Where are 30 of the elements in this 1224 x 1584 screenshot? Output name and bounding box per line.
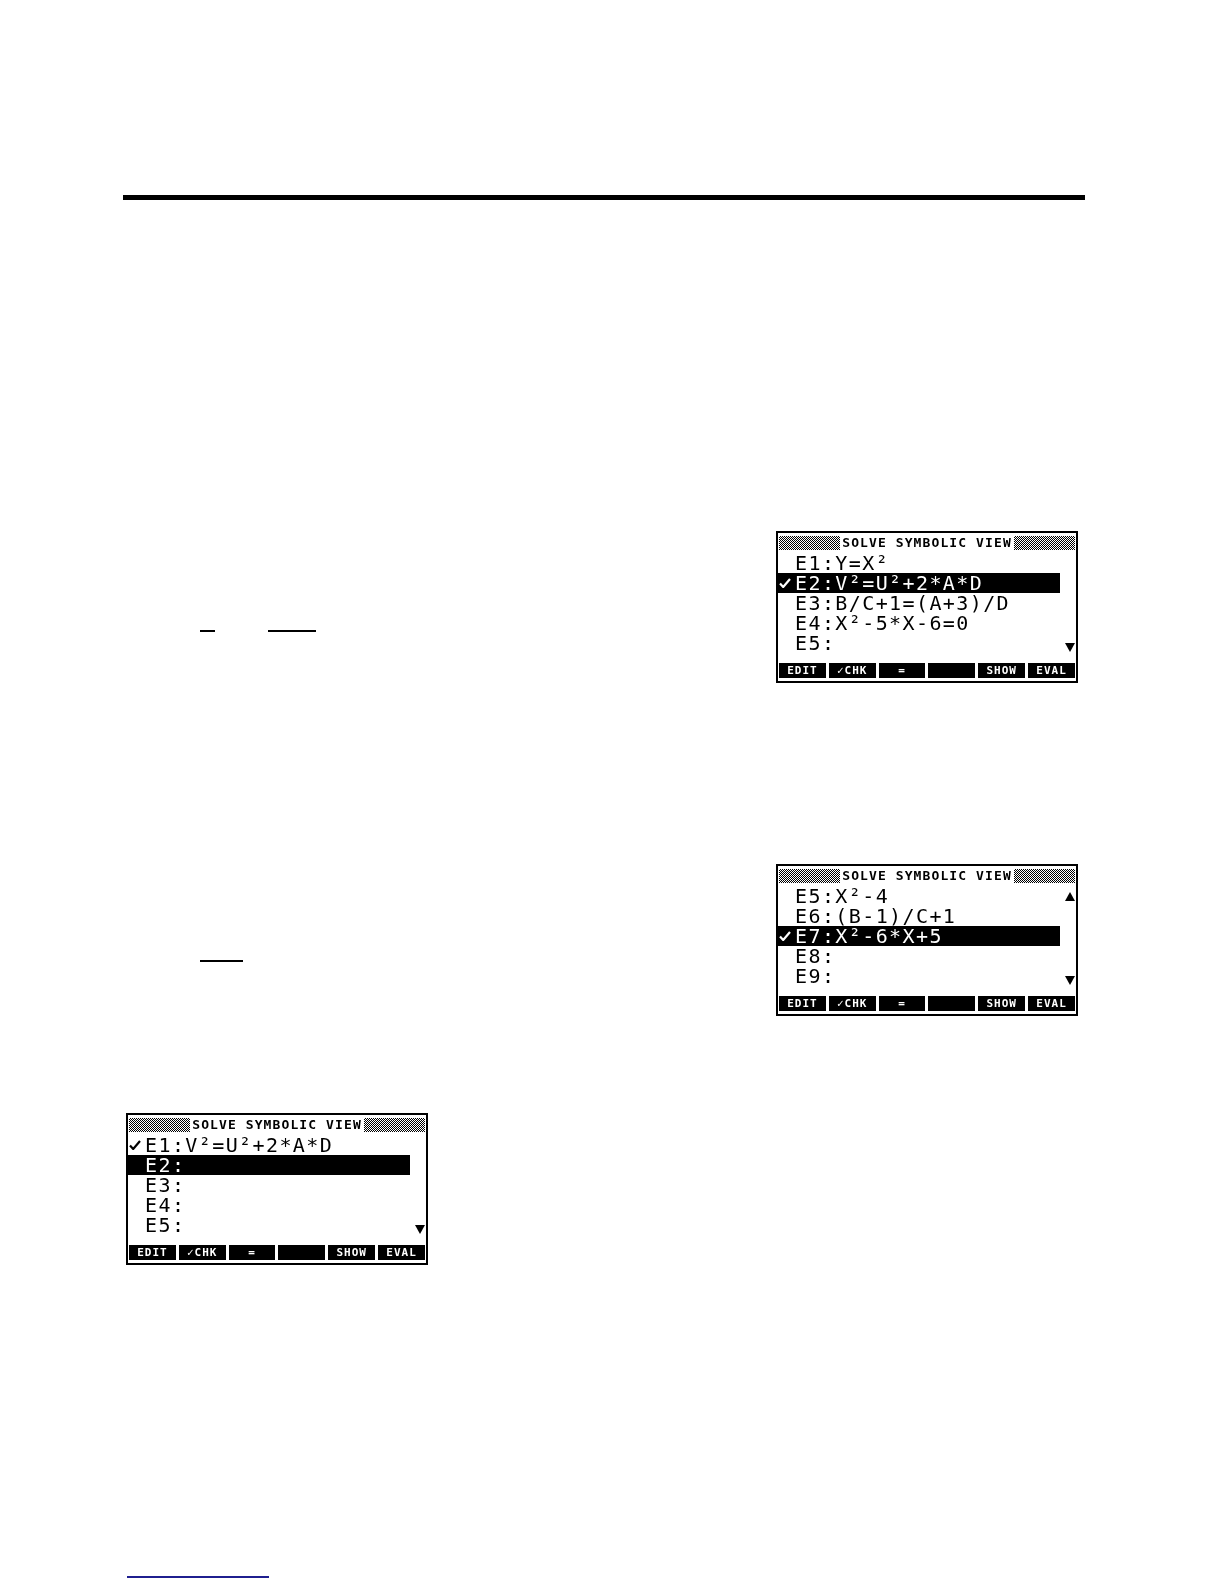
soft-key[interactable]: = [228,1245,276,1260]
soft-key[interactable]: = [878,663,926,678]
screen-title: SOLVE SYMBOLIC VIEW [842,868,1012,883]
title-pattern [779,868,841,883]
soft-key[interactable]: SHOW [978,996,1026,1011]
blank-soft-key[interactable] [278,1245,326,1260]
soft-key[interactable]: EVAL [1028,663,1075,678]
soft-key[interactable]: SHOW [328,1245,376,1260]
soft-key[interactable]: EDIT [129,1245,176,1260]
soft-key[interactable]: ✓CHK [828,996,876,1011]
soft-key[interactable]: EDIT [779,996,826,1011]
soft-key[interactable]: SHOW [978,663,1026,678]
screen-title: SOLVE SYMBOLIC VIEW [192,1117,362,1132]
soft-key[interactable]: EVAL [378,1245,425,1260]
screen-title: SOLVE SYMBOLIC VIEW [842,535,1012,550]
equation-row[interactable]: E2: [128,1155,410,1175]
title-pattern [363,1117,425,1132]
soft-key[interactable]: EVAL [1028,996,1075,1011]
soft-key[interactable]: EDIT [779,663,826,678]
title-pattern [1013,868,1075,883]
blank-soft-key[interactable] [928,663,976,678]
title-pattern [779,535,841,550]
title-pattern [129,1117,191,1132]
blank-soft-key[interactable] [928,996,976,1011]
soft-key[interactable]: ✓CHK [178,1245,226,1260]
equation-row[interactable]: E2:V²=U²+2*A*D [778,573,1060,593]
soft-key[interactable]: = [878,996,926,1011]
equation-row[interactable]: E7:X²-6*X+5 [778,926,1060,946]
title-pattern [1013,535,1075,550]
soft-key[interactable]: ✓CHK [828,663,876,678]
